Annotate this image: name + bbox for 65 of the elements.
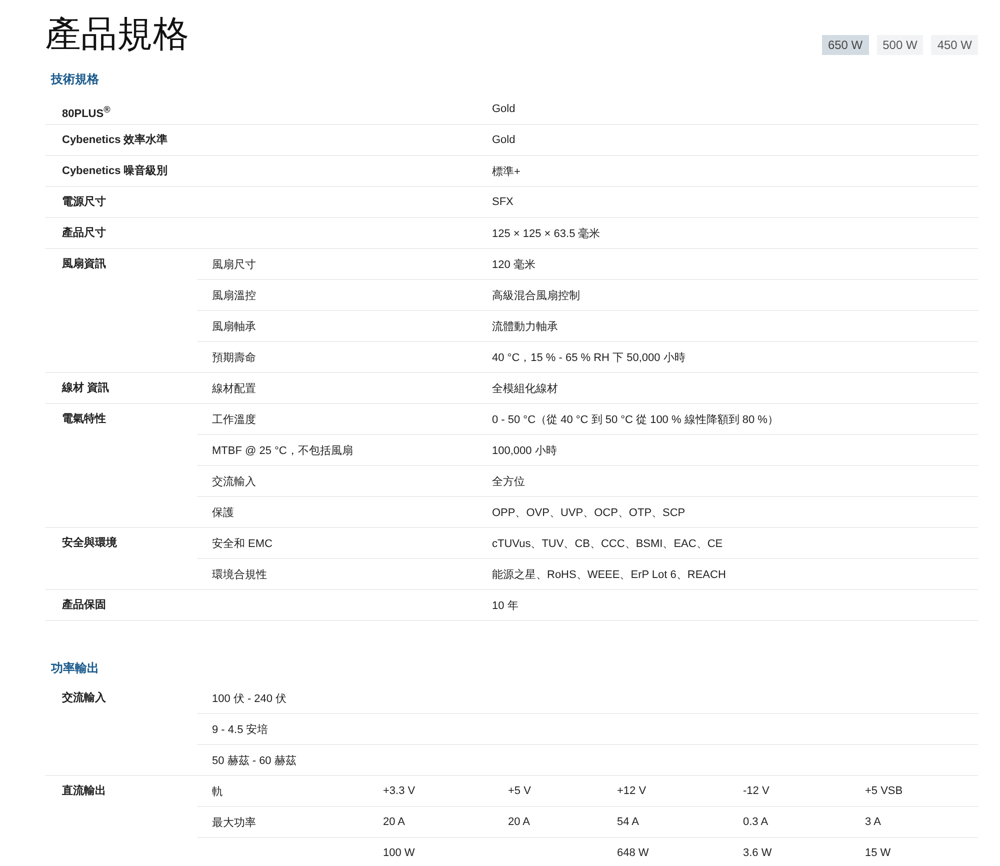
spec-value: 40 °C，15 % - 65 % RH 下 50,000 小時: [492, 352, 686, 364]
spec-value: cTUVus、TUV、CB、CCC、BSMI、EAC、CE: [492, 538, 723, 550]
spec-sublabel: 環境合規性: [212, 568, 267, 580]
spec-label: 電源尺寸: [62, 196, 106, 208]
spec-label: Cybenetics 噪音級別: [62, 165, 168, 177]
power-value: 648 W: [617, 847, 649, 859]
page-title: 產品規格: [45, 12, 189, 56]
spec-sublabel: 風扇尺寸: [212, 258, 256, 270]
power-value: 20 A: [508, 816, 530, 828]
power-value: 100 伏 - 240 伏: [212, 692, 287, 704]
power-value: 3 A: [865, 816, 881, 828]
spec-value: 100,000 小時: [492, 444, 557, 456]
spec-value: 全模組化線材: [492, 382, 558, 394]
spec-value: 125 × 125 × 63.5 毫米: [492, 228, 600, 240]
spec-sublabel: 保護: [212, 506, 234, 518]
spec-label: 風扇資訊: [62, 258, 106, 270]
spec-sublabel: MTBF @ 25 °C，不包括風扇: [212, 444, 353, 456]
spec-sublabel: 工作溫度: [212, 414, 256, 426]
wattage-tab[interactable]: 450 W: [931, 35, 978, 55]
power-value: +3.3 V: [383, 785, 416, 797]
spec-label: 80PLUS$^{®}$: [62, 108, 110, 120]
spec-sublabel: 風扇溫控: [212, 290, 256, 302]
power-value: 100 W: [383, 847, 415, 859]
power-value: -12 V: [743, 785, 770, 797]
spec-sublabel: 風扇軸承: [212, 320, 256, 332]
wattage-tab[interactable]: 500 W: [876, 35, 924, 55]
spec-value: 標準+: [492, 166, 520, 178]
spec-value: 10 年: [492, 600, 518, 612]
spec-value: 高級混合風扇控制: [492, 290, 580, 302]
power-value: 軌: [212, 786, 223, 798]
spec-value: 流體動力軸承: [492, 320, 558, 332]
power-label: 交流輸入: [62, 692, 106, 704]
spec-label: 線材 資訊: [62, 382, 110, 394]
section-heading: 功率輸出: [50, 660, 100, 677]
wattage-tab[interactable]: 650 W: [822, 35, 869, 55]
power-value: 9 - 4.5 安培: [212, 724, 268, 736]
spec-sublabel: 線材配置: [212, 382, 256, 394]
power-value: 50 赫茲 - 60 赫茲: [212, 754, 296, 766]
spec-label: 電氣特性: [62, 413, 106, 425]
spec-value: OPP、OVP、UVP、OCP、OTP、SCP: [492, 506, 686, 518]
power-value: 0.3 A: [743, 816, 768, 828]
spec-value: SFX: [492, 196, 514, 208]
spec-value: 全方位: [492, 476, 525, 488]
power-value: +5 VSB: [865, 785, 903, 797]
power-value: 最大功率: [212, 816, 256, 828]
power-label: 直流輸出: [62, 785, 106, 797]
section-heading: 技術規格: [50, 71, 100, 88]
spec-value: 能源之星、RoHS、WEEE、ErP Lot 6、REACH: [492, 568, 726, 580]
spec-sublabel: 交流輸入: [212, 476, 256, 488]
spec-value: Gold: [492, 103, 516, 115]
power-value: 3.6 W: [743, 847, 772, 859]
power-value: +5 V: [508, 785, 531, 797]
spec-label: 產品保固: [62, 599, 106, 611]
spec-sublabel: 預期壽命: [212, 352, 256, 364]
spec-label: 安全與環境: [62, 537, 117, 549]
power-value: 20 A: [383, 816, 406, 828]
power-value: +12 V: [617, 785, 646, 797]
spec-label: 產品尺寸: [62, 227, 106, 239]
spec-label: Cybenetics 效率水準: [62, 134, 168, 146]
spec-value: 0 - 50 °C（從 40 °C 到 50 °C 從 100 % 線性降額到 80 %）: [492, 414, 778, 426]
spec-sublabel: 安全和 EMC: [212, 538, 272, 550]
power-value: 15 W: [865, 847, 891, 859]
power-value: 54 A: [617, 816, 640, 828]
spec-value: Gold: [492, 134, 516, 146]
spec-value: 120 毫米: [492, 258, 536, 270]
